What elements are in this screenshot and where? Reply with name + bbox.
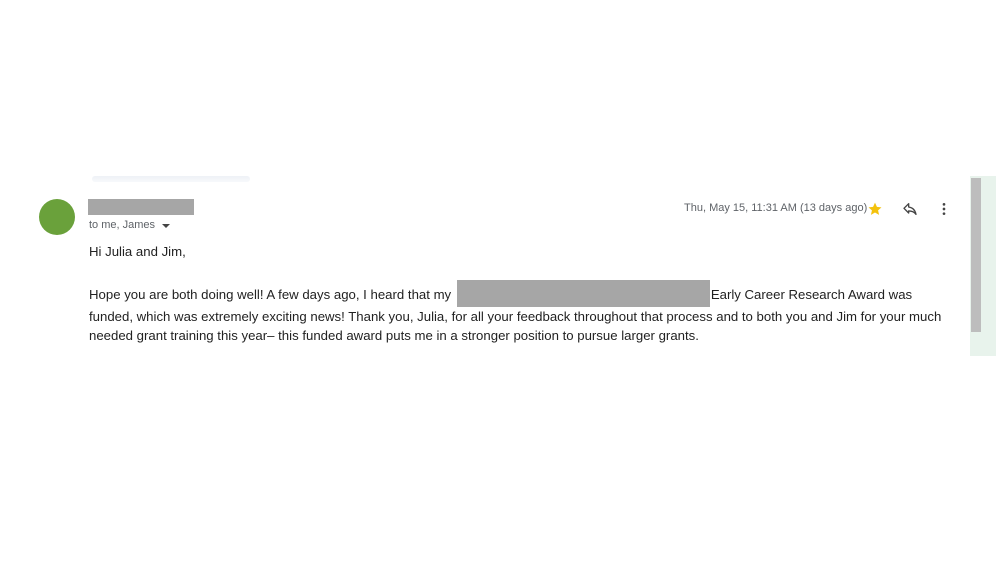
previous-message-edge <box>92 176 250 182</box>
email-view: to me, James Thu, May 15, 11:31 AM (13 d… <box>0 0 1000 563</box>
reply-button[interactable] <box>900 199 920 219</box>
star-button[interactable] <box>865 199 885 219</box>
email-timestamp: Thu, May 15, 11:31 AM (13 days ago) <box>684 202 868 214</box>
chevron-down-icon <box>162 223 171 228</box>
sender-name-redacted <box>88 199 194 215</box>
email-paragraph: Hope you are both doing well! A few days… <box>89 279 959 346</box>
scrollbar-thumb[interactable] <box>971 178 981 332</box>
email-greeting: Hi Julia and Jim, <box>89 244 186 259</box>
sender-avatar[interactable] <box>39 199 75 235</box>
email-body: Hi Julia and Jim, Hope you are both doin… <box>89 242 959 346</box>
paragraph-text-start: Hope you are both doing well! A few days… <box>89 286 455 302</box>
award-name-redacted <box>456 279 710 307</box>
reply-icon <box>903 203 917 215</box>
recipients-toggle[interactable]: to me, James <box>89 219 171 231</box>
star-icon <box>868 202 882 215</box>
more-options-button[interactable] <box>934 199 954 219</box>
more-vert-icon <box>942 203 946 215</box>
recipients-label: to me, James <box>89 219 156 231</box>
